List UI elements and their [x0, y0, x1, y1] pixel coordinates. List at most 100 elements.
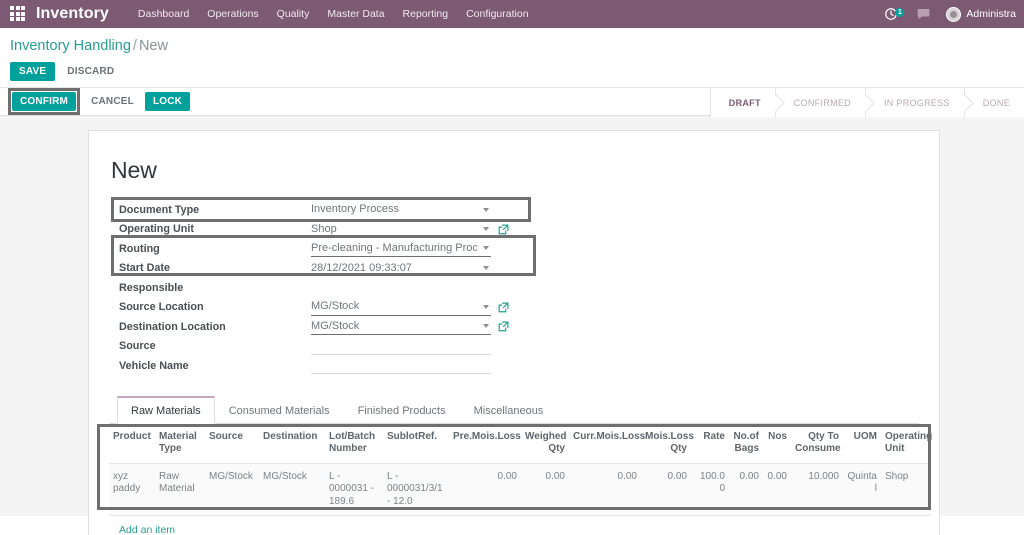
- cell-sublot-ref: L - 0000031/3/1 - 12.0: [383, 463, 449, 516]
- status-stage-bar: DRAFT CONFIRMED IN PROGRESS DONE: [710, 88, 1024, 117]
- menu-item-configuration[interactable]: Configuration: [457, 2, 537, 26]
- add-an-item-link[interactable]: Add an item: [109, 516, 179, 535]
- cell-operating-unit: Shop: [881, 463, 931, 516]
- clock-activity-icon[interactable]: 1: [875, 7, 907, 21]
- col-rate[interactable]: Rate: [691, 424, 729, 464]
- tab-raw-materials[interactable]: Raw Materials: [117, 396, 215, 424]
- tab-miscellaneous[interactable]: Miscellaneous: [460, 397, 558, 423]
- save-discard-row: SAVE DISCARD: [0, 58, 1024, 87]
- chevron-down-icon[interactable]: [483, 208, 489, 212]
- save-button[interactable]: SAVE: [10, 62, 55, 81]
- discard-button[interactable]: DISCARD: [65, 62, 116, 81]
- label-start-date: Start Date: [111, 262, 311, 274]
- table-row[interactable]: xyz paddy Raw Material MG/Stock MG/Stock…: [109, 463, 931, 516]
- value-destination-location: MG/Stock: [311, 320, 477, 333]
- external-link-icon[interactable]: [498, 224, 509, 235]
- breadcrumb-separator: /: [133, 38, 137, 54]
- col-weighed-qty[interactable]: Weighed Qty: [521, 424, 569, 464]
- col-lot-batch-number[interactable]: Lot/Batch Number: [325, 424, 383, 464]
- col-sublot-ref[interactable]: SublotRef.: [383, 424, 449, 464]
- input-vehicle-name[interactable]: [311, 357, 491, 374]
- menu-item-master-data[interactable]: Master Data: [318, 2, 393, 26]
- user-menu[interactable]: Administra: [940, 7, 1022, 22]
- external-link-icon[interactable]: [498, 321, 509, 332]
- value-operating-unit: Shop: [311, 223, 477, 236]
- field-row-operating-unit: Operating Unit Shop: [111, 220, 919, 240]
- lock-button[interactable]: LOCK: [145, 92, 190, 111]
- record-sheet: New Document Type Inventory Process Oper…: [88, 130, 940, 535]
- user-avatar-icon: [946, 7, 961, 22]
- label-routing: Routing: [111, 243, 311, 255]
- chevron-down-icon[interactable]: [483, 227, 489, 231]
- input-document-type[interactable]: Inventory Process: [311, 201, 491, 218]
- chevron-down-icon[interactable]: [483, 324, 489, 328]
- field-row-destination-location: Destination Location MG/Stock: [111, 317, 919, 337]
- grid-apps-icon[interactable]: [10, 6, 26, 22]
- menu-item-operations[interactable]: Operations: [198, 2, 267, 26]
- col-product[interactable]: Product: [109, 424, 155, 464]
- external-link-icon[interactable]: [498, 302, 509, 313]
- col-no-of-bags[interactable]: No.of Bags: [729, 424, 763, 464]
- chevron-down-icon[interactable]: [483, 246, 489, 250]
- notebook-tabs: Raw Materials Consumed Materials Finishe…: [109, 396, 919, 424]
- table-header-row: Product Material Type Source Destination…: [109, 424, 931, 464]
- cell-source: MG/Stock: [205, 463, 259, 516]
- label-source-location: Source Location: [111, 301, 311, 313]
- cell-no-of-bags: 0.00: [729, 463, 763, 516]
- col-destination[interactable]: Destination: [259, 424, 325, 464]
- cell-uom: Quintal: [843, 463, 881, 516]
- navbar-right-tools: 1 Administra: [875, 0, 1024, 28]
- value-document-type: Inventory Process: [311, 203, 477, 216]
- menu-item-reporting[interactable]: Reporting: [394, 2, 458, 26]
- input-responsible[interactable]: [311, 279, 491, 296]
- confirm-button-highlight: CONFIRM: [8, 88, 80, 115]
- tab-finished-products[interactable]: Finished Products: [344, 397, 460, 423]
- cell-rate: 100.00: [691, 463, 729, 516]
- input-source-location[interactable]: MG/Stock: [311, 299, 491, 316]
- col-qty-to-consume[interactable]: Qty To Consume: [791, 424, 843, 464]
- breadcrumb-bar: Inventory Handling/New: [0, 28, 1024, 58]
- input-start-date[interactable]: 28/12/2021 09:33:07: [311, 260, 491, 277]
- cell-material-type: Raw Material: [155, 463, 205, 516]
- input-operating-unit[interactable]: Shop: [311, 221, 491, 238]
- raw-materials-table-wrap: Product Material Type Source Destination…: [109, 424, 919, 535]
- activity-count-badge: 1: [895, 8, 904, 17]
- cell-product: xyz paddy: [109, 463, 155, 516]
- col-curr-mois-loss[interactable]: Curr.Mois.Loss: [569, 424, 641, 464]
- col-mois-loss-qty[interactable]: Mois.Loss Qty: [641, 424, 691, 464]
- field-row-document-type: Document Type Inventory Process: [111, 200, 919, 220]
- breadcrumb: Inventory Handling/New: [10, 38, 1024, 54]
- page-body: New Document Type Inventory Process Oper…: [0, 116, 1024, 516]
- chevron-down-icon[interactable]: [483, 305, 489, 309]
- field-row-source: Source: [111, 337, 919, 357]
- menu-item-dashboard[interactable]: Dashboard: [129, 2, 198, 26]
- breadcrumb-root-link[interactable]: Inventory Handling: [10, 38, 131, 54]
- col-material-type[interactable]: Material Type: [155, 424, 205, 464]
- menu-item-quality[interactable]: Quality: [268, 2, 319, 26]
- col-uom[interactable]: UOM: [843, 424, 881, 464]
- input-source[interactable]: [311, 338, 491, 355]
- col-pre-mois-loss[interactable]: Pre.Mois.Loss: [449, 424, 521, 464]
- cell-qty-to-consume: 10.000: [791, 463, 843, 516]
- chat-bubble-icon[interactable]: [907, 7, 940, 21]
- page-title: New: [111, 157, 919, 184]
- cell-pre-mois-loss: 0.00: [449, 463, 521, 516]
- value-start-date: 28/12/2021 09:33:07: [311, 262, 477, 275]
- input-destination-location[interactable]: MG/Stock: [311, 318, 491, 335]
- col-source[interactable]: Source: [205, 424, 259, 464]
- status-stage-confirmed[interactable]: CONFIRMED: [775, 88, 865, 117]
- status-stage-draft[interactable]: DRAFT: [710, 88, 775, 117]
- cell-destination: MG/Stock: [259, 463, 325, 516]
- cell-mois-loss-qty: 0.00: [641, 463, 691, 516]
- value-vehicle-name: [311, 365, 491, 366]
- input-routing[interactable]: Pre-cleaning - Manufacturing Process: [311, 240, 491, 257]
- status-stage-in-progress[interactable]: IN PROGRESS: [865, 88, 964, 117]
- main-menu: Dashboard Operations Quality Master Data…: [129, 2, 538, 26]
- confirm-button[interactable]: CONFIRM: [12, 92, 76, 111]
- col-operating-unit[interactable]: Operating Unit: [881, 424, 931, 464]
- cancel-button[interactable]: CANCEL: [89, 92, 136, 111]
- col-nos[interactable]: Nos: [763, 424, 791, 464]
- tab-consumed-materials[interactable]: Consumed Materials: [215, 397, 344, 423]
- chevron-down-icon[interactable]: [483, 266, 489, 270]
- app-brand-inventory[interactable]: Inventory: [36, 5, 109, 23]
